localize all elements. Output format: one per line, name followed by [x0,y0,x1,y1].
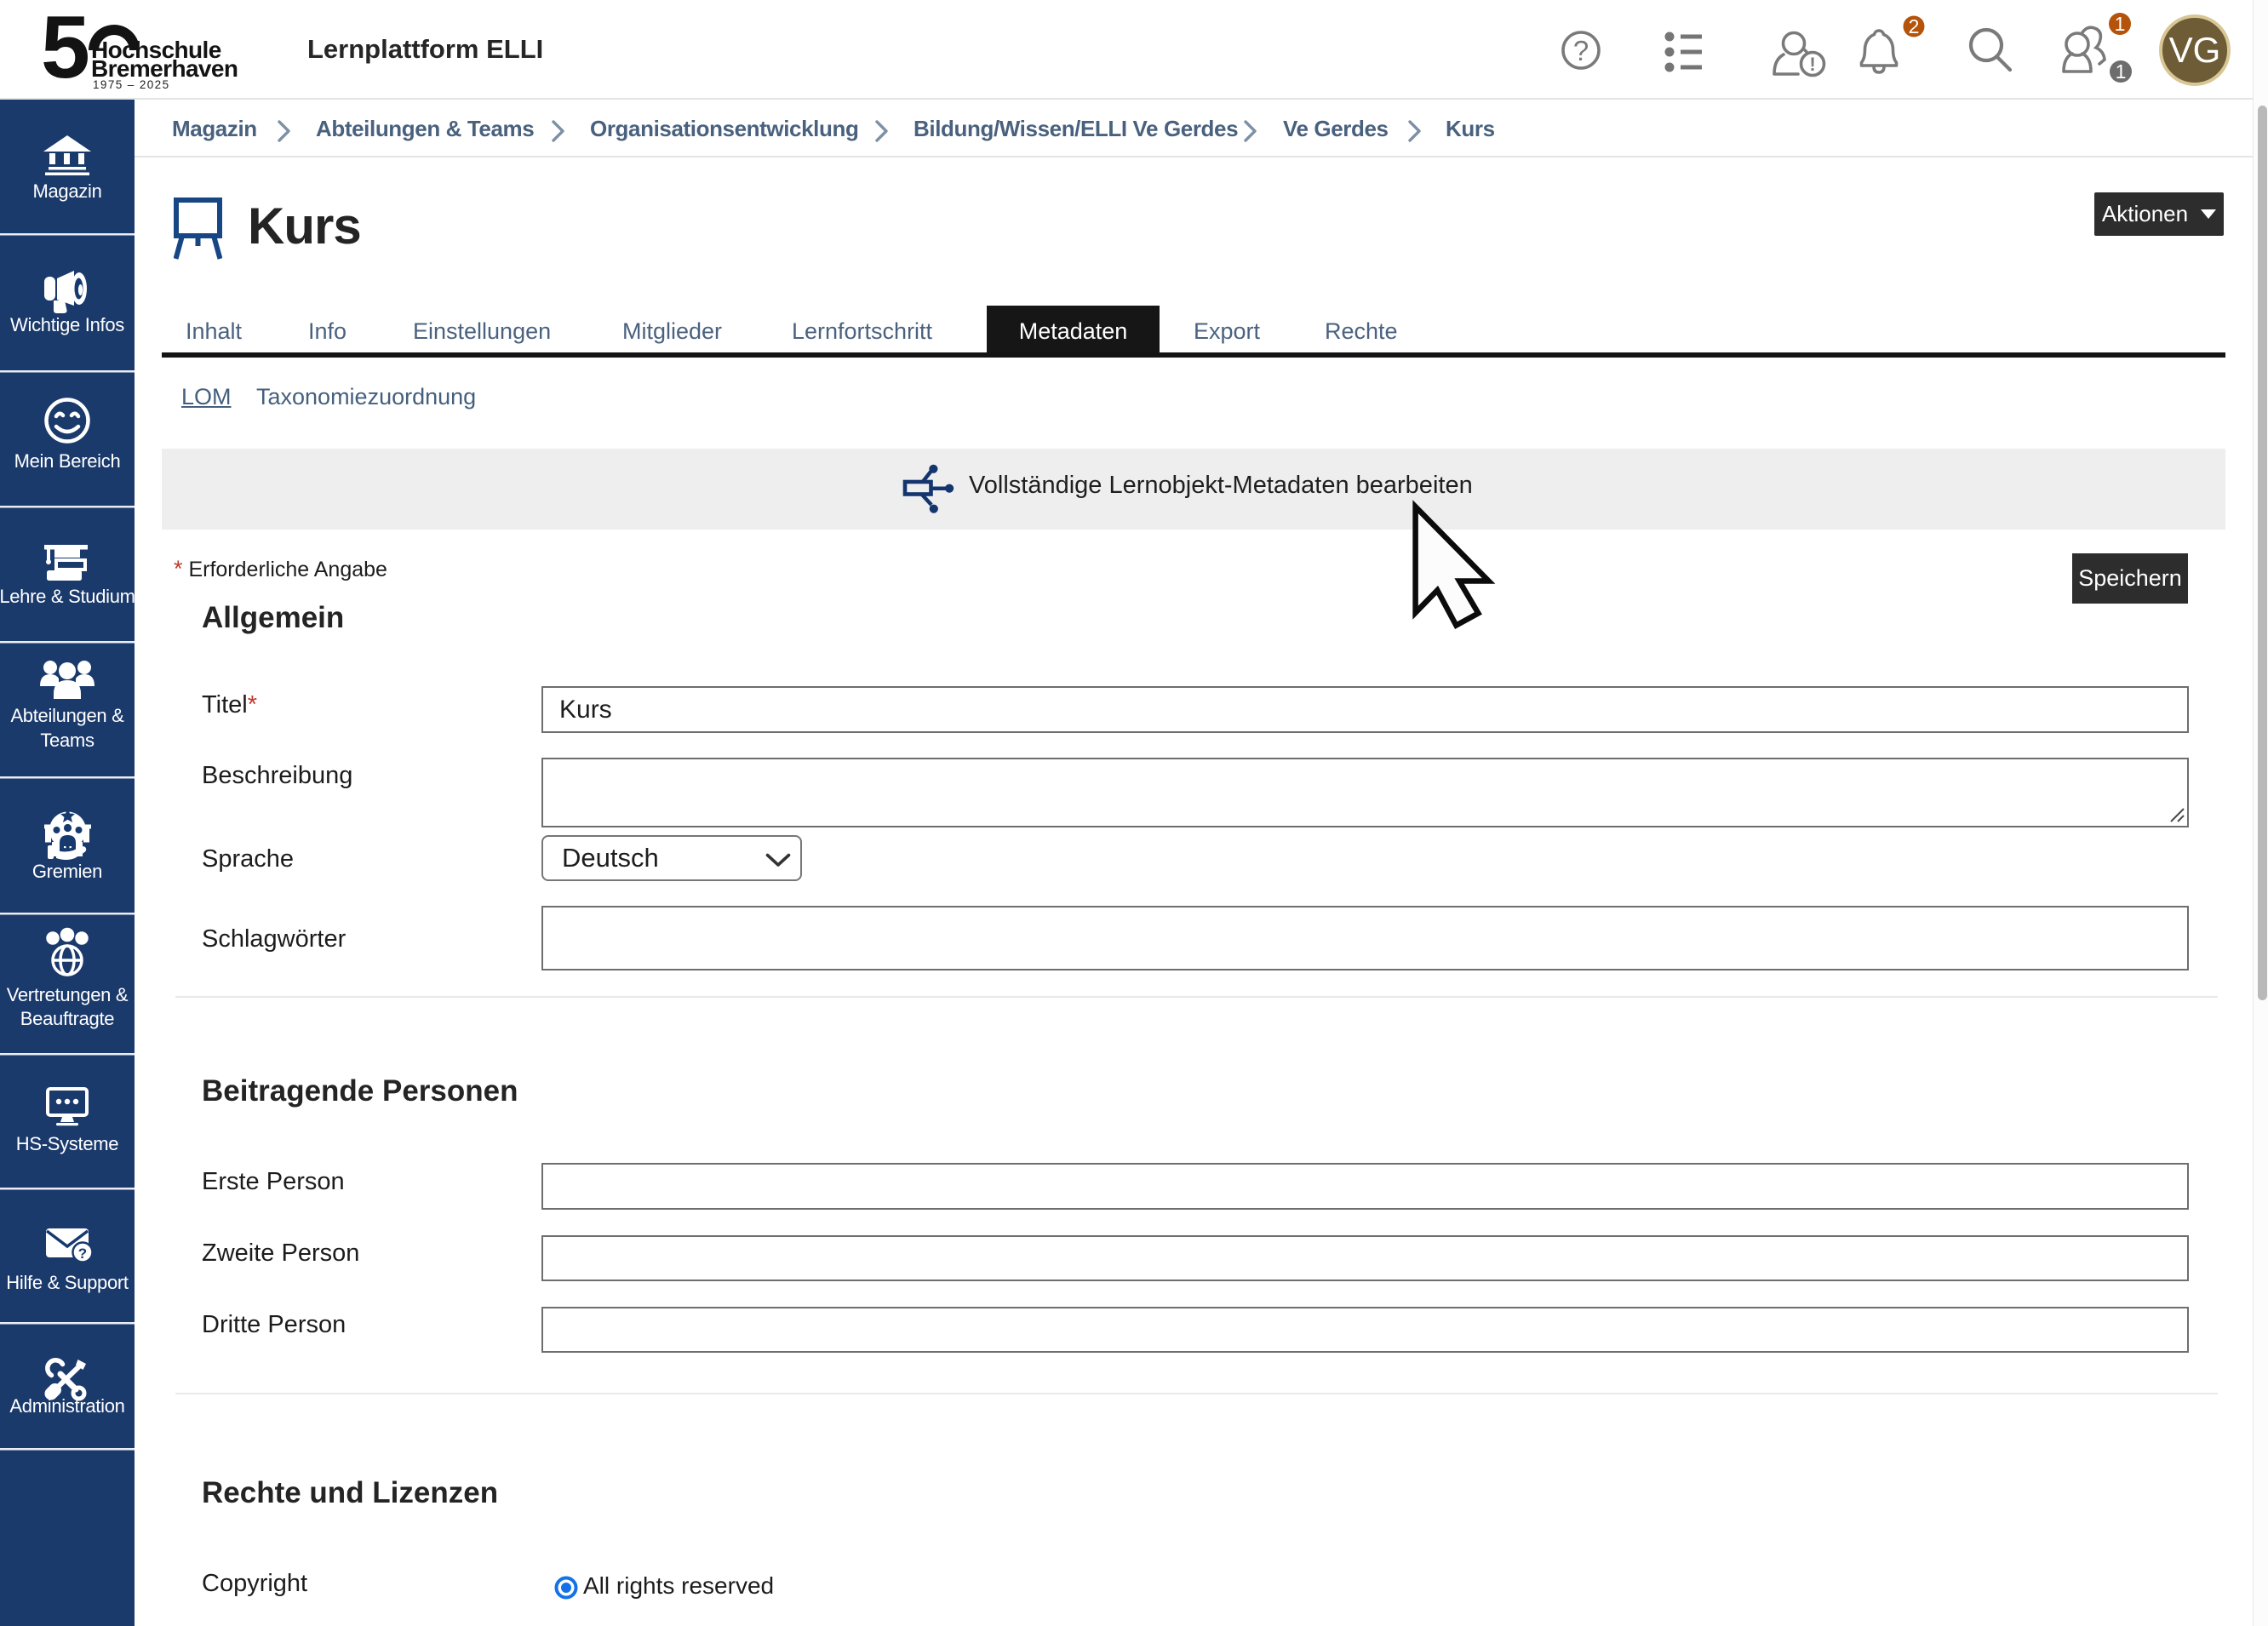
svg-text:1975 – 2025: 1975 – 2025 [93,78,169,91]
svg-text:Administration: Administration [9,1395,124,1417]
svg-text:Mein Bereich: Mein Bereich [14,450,121,472]
svg-text:?: ? [78,1245,87,1262]
svg-text:Lehre & Studium: Lehre & Studium [0,586,135,607]
svg-text:1: 1 [2115,13,2126,35]
svg-text:Teams: Teams [40,730,94,751]
svg-text:5: 5 [41,0,90,97]
svg-text:HS-Systeme: HS-Systeme [16,1133,119,1154]
svg-text:Vertretungen &: Vertretungen & [7,984,129,1005]
svg-text:Beauftragte: Beauftragte [20,1008,115,1029]
svg-text:Abteilungen &: Abteilungen & [10,705,124,726]
svg-text:Magazin: Magazin [32,180,101,202]
svg-text:!: ! [1809,54,1815,75]
svg-text:Wichtige Infos: Wichtige Infos [10,314,124,335]
svg-text:VG: VG [2169,30,2221,70]
svg-text:2: 2 [1909,15,1920,37]
svg-text:Gremien: Gremien [32,861,102,882]
svg-text:Hilfe & Support: Hilfe & Support [6,1272,129,1293]
svg-text:?: ? [1573,35,1589,66]
svg-text:1: 1 [2116,60,2127,83]
